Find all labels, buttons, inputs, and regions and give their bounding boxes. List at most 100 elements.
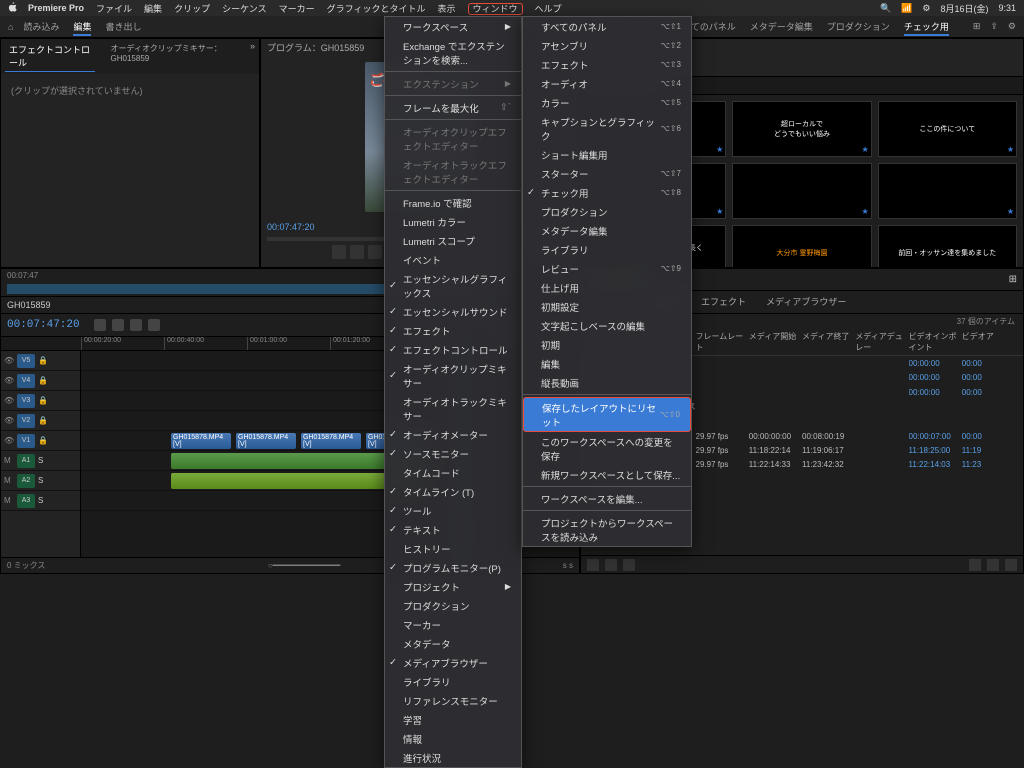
- col-header[interactable]: メディアデュレー: [855, 331, 908, 353]
- menu-クリップ[interactable]: クリップ: [174, 4, 210, 14]
- template-card-4[interactable]: ★: [732, 163, 871, 219]
- window-menu-item[interactable]: ✓タイムライン (T): [385, 482, 521, 501]
- menu-ファイル[interactable]: ファイル: [96, 4, 132, 14]
- snap-toggle[interactable]: [94, 319, 106, 331]
- menubar-spotlight-icon[interactable]: 🔍: [880, 3, 891, 14]
- window-menu-item[interactable]: オーディオトラックミキサー: [385, 392, 521, 425]
- workspace-menu-item[interactable]: メタデータ編集: [523, 221, 691, 240]
- share-icon[interactable]: ⇪: [990, 21, 998, 32]
- toolbar-tab-編集[interactable]: 編集: [73, 22, 91, 36]
- clip[interactable]: GH015878.MP4 [V]: [236, 433, 296, 449]
- window-menu-item[interactable]: 学習: [385, 710, 521, 729]
- workspace-menu-item[interactable]: ショート編集用: [523, 145, 691, 164]
- window-menu-item[interactable]: ✓エフェクトコントロール: [385, 340, 521, 359]
- workspace-menu-item[interactable]: スターター⌥⇧7: [523, 164, 691, 183]
- timeline-timecode[interactable]: 00:07:47:20: [7, 319, 80, 331]
- window-menu-dropdown[interactable]: ワークスペース▶Exchange でエクステンションを検索...エクステンション…: [384, 16, 522, 768]
- clip[interactable]: GH015878.MP4 [V]: [301, 433, 361, 449]
- workspace-add-icon[interactable]: ⊞: [973, 21, 981, 32]
- workspace-menu-item[interactable]: ワークスペースを編集...: [523, 489, 691, 508]
- workspace-menu-item[interactable]: 初期設定: [523, 297, 691, 316]
- tab-effect-controls[interactable]: エフェクトコントロール: [5, 41, 95, 72]
- template-card-7[interactable]: 大分市 霊野梅園★: [732, 225, 871, 267]
- workspace-menu-item[interactable]: エフェクト⌥⇧3: [523, 55, 691, 74]
- menu-グラフィックとタイトル[interactable]: グラフィックとタイトル: [327, 4, 426, 14]
- window-menu-item[interactable]: Lumetri スコープ: [385, 231, 521, 250]
- col-header[interactable]: メディア開始: [749, 331, 802, 353]
- window-menu-item[interactable]: ✓メディアブラウザー: [385, 653, 521, 672]
- apple-icon[interactable]: [8, 2, 18, 14]
- workspace-menu-item[interactable]: 編集: [523, 354, 691, 373]
- go-to-in-button[interactable]: [368, 245, 382, 259]
- window-menu-item[interactable]: ✓ソースモニター: [385, 444, 521, 463]
- window-menu-item[interactable]: メタデータ: [385, 634, 521, 653]
- toolbar-tab-書き出し[interactable]: 書き出し: [105, 22, 141, 32]
- menu-ヘルプ[interactable]: ヘルプ: [535, 4, 562, 14]
- mute-icon[interactable]: M: [4, 496, 14, 505]
- project-tab-2[interactable]: メディアブラウザー: [762, 293, 850, 311]
- eye-icon[interactable]: 👁: [4, 376, 14, 385]
- col-header[interactable]: フレームレート: [696, 331, 749, 353]
- workspace-tab-プロダクション[interactable]: プロダクション: [827, 22, 890, 32]
- menubar-wifi-icon[interactable]: 📶: [901, 3, 912, 14]
- freeform-view-button[interactable]: [623, 559, 635, 571]
- workspace-menu-item[interactable]: レビュー⌥⇧9: [523, 259, 691, 278]
- timeline-zoom-slider[interactable]: s s: [563, 561, 573, 570]
- workspace-menu-item[interactable]: 文字起こしベースの編集: [523, 316, 691, 335]
- window-menu-item[interactable]: プロダクション: [385, 596, 521, 615]
- workspace-menu-item[interactable]: 縦長動画: [523, 373, 691, 392]
- window-menu-item[interactable]: Exchange でエクステンションを検索...: [385, 36, 521, 69]
- mark-in-button[interactable]: [332, 245, 346, 259]
- delete-button[interactable]: [1005, 559, 1017, 571]
- workspace-menu-item[interactable]: 仕上げ用: [523, 278, 691, 297]
- window-menu-item[interactable]: ✓テキスト: [385, 520, 521, 539]
- window-menu-item[interactable]: 進行状況: [385, 748, 521, 767]
- window-menu-item[interactable]: フレームを最大化⇧`: [385, 98, 521, 117]
- toolbar-tab-読み込み[interactable]: 読み込み: [23, 22, 59, 32]
- template-card-2[interactable]: ここの件について★: [878, 101, 1017, 157]
- workspace-menu-item[interactable]: すべてのパネル⌥⇧1: [523, 17, 691, 36]
- menu-シーケンス[interactable]: シーケンス: [222, 4, 267, 14]
- track-head-V5[interactable]: 👁V5🔒: [1, 351, 80, 371]
- workspace-submenu-dropdown[interactable]: すべてのパネル⌥⇧1アセンブリ⌥⇧2エフェクト⌥⇧3オーディオ⌥⇧4カラー⌥⇧5…: [522, 16, 692, 547]
- sequence-name[interactable]: GH015859: [7, 300, 51, 310]
- track-head-V2[interactable]: 👁V2🔒: [1, 411, 80, 431]
- new-bin-button[interactable]: [969, 559, 981, 571]
- workspace-menu-item[interactable]: キャプションとグラフィック⌥⇧6: [523, 112, 691, 145]
- window-menu-item[interactable]: マーカー: [385, 615, 521, 634]
- icon-view-button[interactable]: [605, 559, 617, 571]
- workspace-menu-item[interactable]: プロダクション: [523, 202, 691, 221]
- window-menu-item[interactable]: 情報: [385, 729, 521, 748]
- menu-ウィンドウ[interactable]: ウィンドウ: [468, 3, 523, 15]
- tab-audio-clip-mixer[interactable]: オーディオクリップミキサー：GH015859: [107, 41, 238, 72]
- settings-icon[interactable]: ⚙: [1008, 21, 1016, 32]
- linked-selection-toggle[interactable]: [112, 319, 124, 331]
- template-card-8[interactable]: 前回・オッサン達を集めました★: [878, 225, 1017, 267]
- new-item-button[interactable]: [987, 559, 999, 571]
- panel-menu-icon[interactable]: »: [250, 41, 255, 72]
- workspace-menu-item[interactable]: ライブラリ: [523, 240, 691, 259]
- menu-マーカー[interactable]: マーカー: [279, 4, 315, 14]
- workspace-menu-item[interactable]: ✓チェック用⌥⇧8: [523, 183, 691, 202]
- workspace-menu-item[interactable]: 保存したレイアウトにリセット⌥⇧0: [523, 397, 691, 432]
- window-menu-item[interactable]: ✓エッセンシャルサウンド: [385, 302, 521, 321]
- marker-tool[interactable]: [130, 319, 142, 331]
- settings-tool[interactable]: [148, 319, 160, 331]
- workspace-menu-item[interactable]: オーディオ⌥⇧4: [523, 74, 691, 93]
- track-head-A2[interactable]: MA2S: [1, 471, 80, 491]
- window-menu-item[interactable]: Frame.io で確認: [385, 193, 521, 212]
- track-head-V4[interactable]: 👁V4🔒: [1, 371, 80, 391]
- track-head-V1[interactable]: 👁V1🔒: [1, 431, 80, 451]
- window-menu-item[interactable]: ヒストリー: [385, 539, 521, 558]
- template-card-1[interactable]: 超ローカルで どうでもいい悩み★: [732, 101, 871, 157]
- window-menu-item[interactable]: リファレンスモニター: [385, 691, 521, 710]
- window-menu-item[interactable]: ✓エッセンシャルグラフィックス: [385, 269, 521, 302]
- list-view-button[interactable]: [587, 559, 599, 571]
- workspace-tab-チェック用[interactable]: チェック用: [904, 22, 949, 36]
- workspace-menu-item[interactable]: プロジェクトからワークスペースを読み込み: [523, 513, 691, 546]
- window-menu-item[interactable]: ✓オーディオメーター: [385, 425, 521, 444]
- workspace-tab-メタデータ編集[interactable]: メタデータ編集: [750, 22, 813, 32]
- menubar-time[interactable]: 9:31: [998, 3, 1016, 13]
- eye-icon[interactable]: 👁: [4, 396, 14, 405]
- col-header[interactable]: メディア終了: [802, 331, 855, 353]
